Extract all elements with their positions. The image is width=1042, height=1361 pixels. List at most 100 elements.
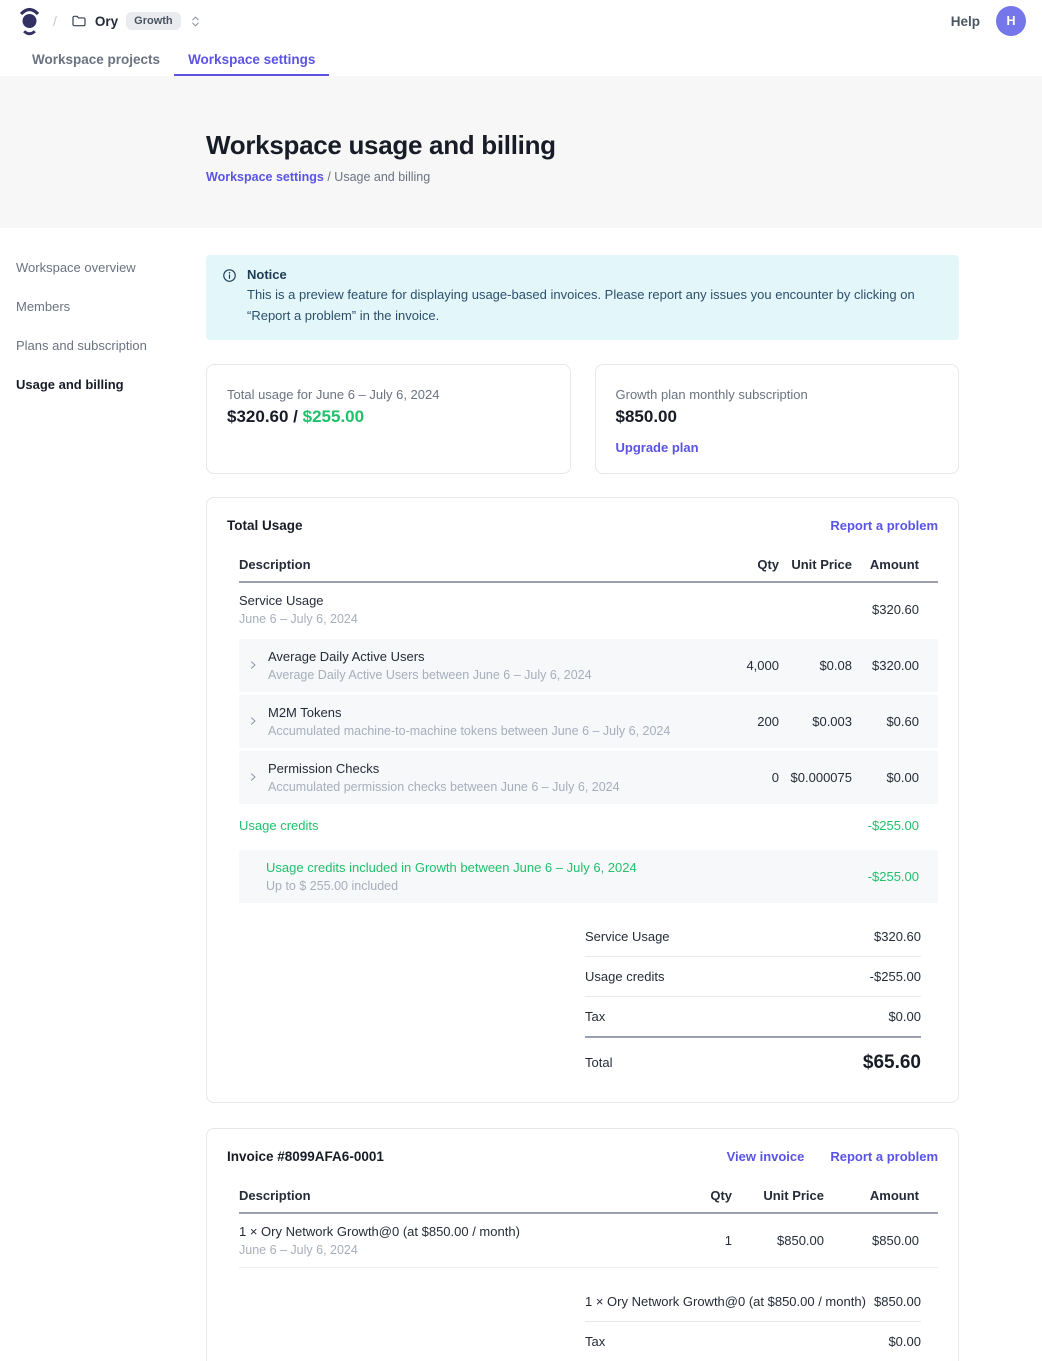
table-row-service-usage: Service Usage June 6 – July 6, 2024 $320…	[239, 583, 938, 636]
sidebar-item-workspace-overview[interactable]: Workspace overview	[16, 254, 191, 281]
workspace-name: Ory	[95, 14, 118, 29]
table-row-usage-credits: Usage credits -$255.00	[239, 804, 938, 847]
folder-icon	[71, 13, 87, 29]
usage-summary: Service Usage $320.60 Usage credits -$25…	[585, 917, 921, 1080]
sidebar-item-plans-subscription[interactable]: Plans and subscription	[16, 332, 191, 359]
page-title: Workspace usage and billing	[206, 130, 1042, 161]
main-column: Notice This is a preview feature for dis…	[206, 228, 959, 1361]
chevron-right-icon[interactable]	[247, 771, 259, 783]
tab-workspace-settings[interactable]: Workspace settings	[174, 42, 329, 76]
row-amount: $850.00	[852, 1233, 938, 1248]
col-description: Description	[239, 557, 706, 572]
row-unit-price: $850.00	[760, 1233, 852, 1248]
row-unit-price: $0.000075	[779, 770, 852, 785]
row-subtitle: June 6 – July 6, 2024	[239, 612, 706, 626]
summary-label: 1 × Ory Network Growth@0 (at $850.00 / m…	[585, 1294, 866, 1309]
notice-title: Notice	[247, 267, 943, 282]
summary-row-usage-credits: Usage credits -$255.00	[585, 957, 921, 997]
row-title: Usage credits	[239, 818, 706, 833]
usage-table: Description Qty Unit Price Amount Servic…	[239, 549, 938, 903]
summary-value: $850.00	[874, 1294, 921, 1309]
notice-banner: Notice This is a preview feature for dis…	[206, 255, 959, 340]
summary-label: Service Usage	[585, 929, 670, 944]
row-amount: -$255.00	[852, 818, 938, 833]
total-usage-label: Total usage for June 6 – July 6, 2024	[227, 387, 550, 402]
row-unit-price: $0.003	[779, 714, 852, 729]
tab-workspace-projects[interactable]: Workspace projects	[18, 42, 174, 76]
row-amount: $0.60	[852, 714, 938, 729]
avatar[interactable]: H	[996, 6, 1026, 36]
notice-body: This is a preview feature for displaying…	[247, 285, 943, 327]
invoice-card: Invoice #8099AFA6-0001 View invoice Repo…	[206, 1128, 959, 1361]
row-title: Permission Checks	[268, 761, 620, 776]
settings-sidebar: Workspace overview Members Plans and sub…	[16, 254, 191, 410]
upgrade-plan-link[interactable]: Upgrade plan	[616, 440, 699, 455]
col-unit-price: Unit Price	[779, 557, 852, 572]
summary-row-growth-plan: 1 × Ory Network Growth@0 (at $850.00 / m…	[585, 1282, 921, 1322]
usage-credit-amount: $255.00	[303, 407, 364, 426]
row-subtitle: Up to $ 255.00 included	[266, 879, 637, 893]
chevron-right-icon[interactable]	[247, 715, 259, 727]
col-amount: Amount	[852, 557, 938, 572]
breadcrumb-settings-link[interactable]: Workspace settings	[206, 170, 324, 184]
row-title: Service Usage	[239, 593, 706, 608]
report-problem-link[interactable]: Report a problem	[830, 518, 938, 533]
table-row-usage-credits-detail: Usage credits included in Growth between…	[239, 850, 938, 903]
row-subtitle: Accumulated machine-to-machine tokens be…	[268, 724, 670, 738]
row-qty: 200	[706, 714, 779, 729]
row-amount: $320.60	[852, 602, 938, 617]
summary-value: $0.00	[888, 1334, 921, 1349]
help-link[interactable]: Help	[951, 14, 980, 29]
plan-subscription-card: Growth plan monthly subscription $850.00…	[595, 364, 960, 474]
breadcrumb-separator: /	[53, 13, 57, 29]
row-amount: $0.00	[852, 770, 938, 785]
invoice-table-header: Description Qty Unit Price Amount	[239, 1180, 938, 1214]
summary-value: $320.60	[874, 929, 921, 944]
usage-separator: /	[288, 407, 302, 426]
breadcrumb-current: Usage and billing	[334, 170, 430, 184]
row-qty: 1	[660, 1233, 760, 1248]
col-qty: Qty	[706, 557, 779, 572]
summary-label: Usage credits	[585, 969, 664, 984]
total-usage-value: $320.60 / $255.00	[227, 407, 550, 427]
top-bar: / Ory Growth Help H	[0, 0, 1042, 42]
total-label: Total	[585, 1055, 612, 1070]
row-title: Average Daily Active Users	[268, 649, 592, 664]
plan-value: $850.00	[616, 407, 939, 427]
workspace-switcher[interactable]: Ory Growth	[71, 12, 202, 30]
row-qty: 0	[706, 770, 779, 785]
view-invoice-link[interactable]: View invoice	[727, 1149, 805, 1164]
chevron-right-icon[interactable]	[247, 659, 259, 671]
table-row-m2m-tokens[interactable]: M2M Tokens Accumulated machine-to-machin…	[239, 695, 938, 748]
row-title: M2M Tokens	[268, 705, 670, 720]
summary-label: Tax	[585, 1334, 605, 1349]
usage-amount: $320.60	[227, 407, 288, 426]
sidebar-item-usage-billing[interactable]: Usage and billing	[16, 371, 191, 398]
usage-card-title: Total Usage	[227, 518, 303, 533]
breadcrumb: Workspace settings / Usage and billing	[206, 170, 1042, 184]
col-qty: Qty	[660, 1188, 760, 1203]
page-header: Workspace usage and billing Workspace se…	[0, 76, 1042, 228]
invoice-summary: 1 × Ory Network Growth@0 (at $850.00 / m…	[585, 1282, 921, 1361]
summary-row-tax: Tax $0.00	[585, 1322, 921, 1361]
table-row-adau[interactable]: Average Daily Active Users Average Daily…	[239, 639, 938, 692]
row-unit-price: $0.08	[779, 658, 852, 673]
row-title: 1 × Ory Network Growth@0 (at $850.00 / m…	[239, 1224, 660, 1239]
ory-logo-icon[interactable]	[18, 6, 41, 36]
info-icon	[222, 268, 237, 327]
chevron-up-down-icon	[189, 14, 202, 29]
usage-invoice-card: Total Usage Report a problem Description…	[206, 497, 959, 1103]
summary-value: -$255.00	[870, 969, 921, 984]
plan-badge: Growth	[126, 12, 181, 30]
col-unit-price: Unit Price	[760, 1188, 852, 1203]
report-problem-link[interactable]: Report a problem	[830, 1149, 938, 1164]
summary-row-tax: Tax $0.00	[585, 997, 921, 1038]
invoice-table: Description Qty Unit Price Amount 1 × Or…	[239, 1180, 938, 1268]
sidebar-item-members[interactable]: Members	[16, 293, 191, 320]
table-row-permission-checks[interactable]: Permission Checks Accumulated permission…	[239, 751, 938, 804]
summary-label: Tax	[585, 1009, 605, 1024]
total-usage-card: Total usage for June 6 – July 6, 2024 $3…	[206, 364, 571, 474]
col-description: Description	[239, 1188, 660, 1203]
table-row-growth-plan: 1 × Ory Network Growth@0 (at $850.00 / m…	[239, 1214, 938, 1268]
summary-row-service-usage: Service Usage $320.60	[585, 917, 921, 957]
